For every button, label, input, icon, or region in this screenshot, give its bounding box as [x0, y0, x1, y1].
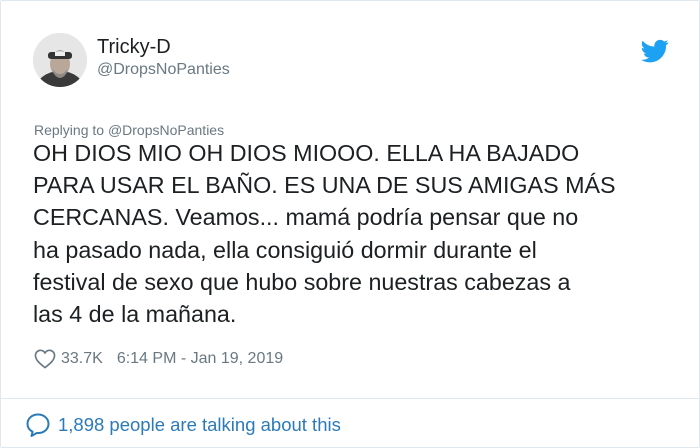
tweet-card: Tricky-D @DropsNoPanties Replying to @Dr…: [0, 0, 700, 448]
reply-to-link[interactable]: @DropsNoPanties: [108, 122, 224, 138]
like-count[interactable]: 33.7K: [61, 350, 103, 368]
tweet-meta: 33.7K 6:14 PM - Jan 19, 2019: [34, 347, 283, 371]
user-handle[interactable]: @DropsNoPanties: [97, 60, 230, 80]
timestamp[interactable]: 6:14 PM - Jan 19, 2019: [117, 350, 283, 368]
divider: [1, 398, 699, 399]
tweet-text: OH DIOS MIO OH DIOS MIOOO. ELLA HA BAJAD…: [33, 140, 616, 328]
speech-bubble-icon: [26, 413, 50, 437]
heart-icon[interactable]: [34, 349, 56, 369]
display-name[interactable]: Tricky-D: [97, 35, 171, 59]
reply-prefix: Replying to: [34, 122, 108, 138]
talking-label: 1,898 people are talking about this: [58, 414, 341, 435]
avatar[interactable]: [33, 33, 87, 87]
twitter-bird-icon[interactable]: [641, 37, 669, 65]
talking-link[interactable]: 1,898 people are talking about this: [25, 411, 341, 439]
